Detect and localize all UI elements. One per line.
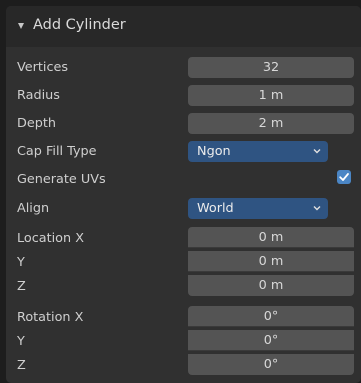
rotation-z-label: Z [17,358,26,373]
location-x-label: Location X [17,231,84,246]
disclosure-triangle-down-icon[interactable] [18,23,24,29]
cap-fill-type-dropdown[interactable]: Ngon [188,141,328,162]
cap-fill-type-value: Ngon [197,144,231,159]
rotation-y-field[interactable]: 0° [188,330,354,351]
panel-header[interactable]: Add Cylinder [6,6,361,47]
location-y-label: Y [17,255,25,270]
chevron-down-icon [313,149,321,154]
align-label: Align [17,201,50,216]
rotation-x-label: Rotation X [17,310,84,325]
rotation-z-field[interactable]: 0° [188,354,354,375]
location-z-field[interactable]: 0 m [188,275,354,296]
cap-fill-type-label: Cap Fill Type [17,144,97,159]
chevron-down-icon [313,206,321,211]
align-value: World [197,201,234,216]
generate-uvs-label: Generate UVs [17,172,106,187]
vertices-label: Vertices [17,60,69,75]
checkmark-icon [339,173,349,181]
radius-field[interactable]: 1 m [188,85,354,106]
location-y-field[interactable]: 0 m [188,251,354,272]
radius-label: Radius [17,88,60,103]
generate-uvs-checkbox[interactable] [337,170,351,184]
align-dropdown[interactable]: World [188,198,328,219]
rotation-x-field[interactable]: 0° [188,306,354,327]
location-z-label: Z [17,279,26,294]
location-x-field[interactable]: 0 m [188,227,354,248]
depth-field[interactable]: 2 m [188,113,354,134]
rotation-y-label: Y [17,334,25,349]
panel-title: Add Cylinder [33,17,126,33]
vertices-field[interactable]: 32 [188,57,354,78]
depth-label: Depth [17,116,56,131]
